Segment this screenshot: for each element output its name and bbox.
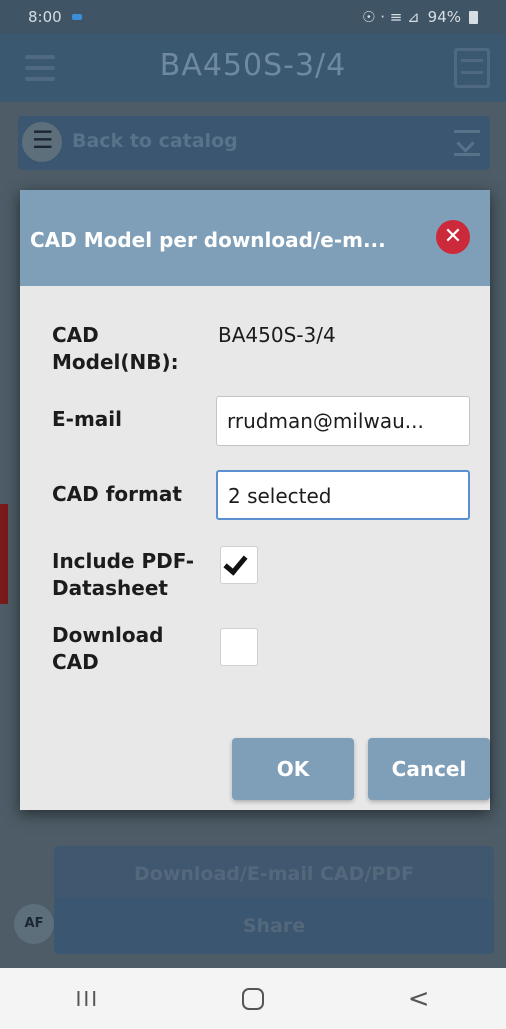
notification-icon	[71, 14, 82, 20]
side-accent	[0, 504, 8, 604]
ok-button[interactable]: OK	[232, 738, 354, 800]
pdf-icon[interactable]: AF	[14, 904, 54, 944]
system-nav-bar: III <	[0, 968, 506, 1029]
battery-icon	[469, 10, 478, 24]
page-title: BA450S-3/4	[159, 48, 347, 83]
dialog-header: CAD Model per download/e-m... ✕	[20, 190, 490, 286]
back-icon[interactable]: <	[399, 984, 439, 1014]
email-label: E-mail	[52, 407, 123, 431]
include-pdf-label: Include PDF-Datasheet	[52, 549, 195, 600]
cad-model-label: CAD Model(NB):	[52, 323, 179, 374]
status-bar: 8:00 ☉ · ≡ ⊿ 94%	[0, 0, 506, 34]
checkmark-icon	[223, 550, 248, 576]
catalog-list-icon	[22, 122, 62, 162]
cad-model-value: BA450S-3/4	[218, 323, 336, 347]
status-time: 8:00	[28, 8, 62, 26]
cancel-button[interactable]: Cancel	[368, 738, 490, 800]
battery-level: 94%	[427, 8, 461, 26]
include-pdf-checkbox[interactable]	[220, 546, 258, 584]
email-field[interactable]: rrudman@milwau...	[216, 396, 470, 446]
dialog-title: CAD Model per download/e-m...	[30, 228, 386, 252]
app-header: BA450S-3/4	[0, 34, 506, 102]
cad-format-select[interactable]: 2 selected	[216, 470, 470, 520]
back-to-catalog-label: Back to catalog	[72, 130, 238, 152]
recent-apps-icon[interactable]: III	[67, 987, 107, 1011]
status-indicators: ☉ · ≡ ⊿ 94%	[362, 8, 478, 26]
list-view-icon[interactable]	[454, 48, 490, 88]
signal-icons: ☉ · ≡ ⊿	[362, 8, 420, 26]
back-to-catalog-bar[interactable]: Back to catalog	[18, 116, 490, 170]
download-cad-checkbox[interactable]	[220, 628, 258, 666]
close-icon[interactable]: ✕	[436, 220, 470, 254]
collapse-icon[interactable]	[454, 130, 480, 156]
download-email-button[interactable]: Download/E-mail CAD/PDF	[54, 846, 494, 902]
download-cad-label: Download CAD	[52, 623, 164, 674]
share-button[interactable]: Share	[54, 898, 494, 954]
cad-download-dialog: CAD Model per download/e-m... ✕ CAD Mode…	[20, 190, 490, 810]
cad-format-label: CAD format	[52, 482, 182, 506]
home-icon[interactable]	[241, 987, 264, 1010]
